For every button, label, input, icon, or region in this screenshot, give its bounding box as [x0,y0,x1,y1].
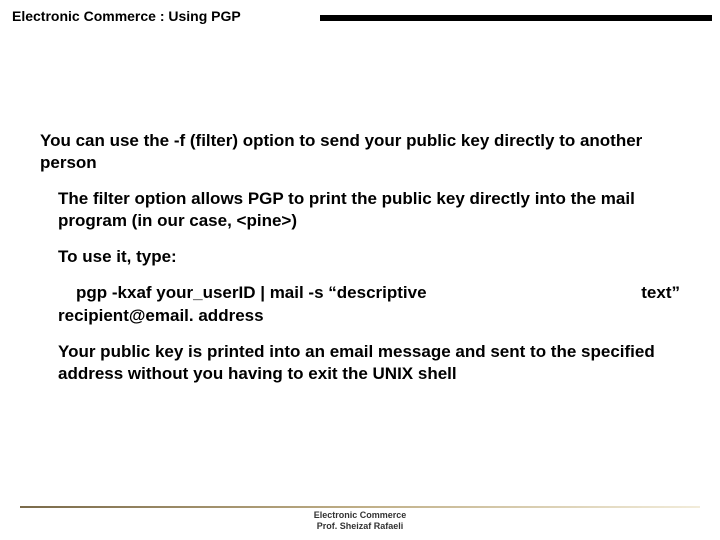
command-block: pgp -kxaf your_userID | mail -s “descrip… [58,282,680,326]
command-line-2: recipient@email. address [58,305,680,327]
command-line-1: pgp -kxaf your_userID | mail -s “descrip… [58,282,680,304]
slide-header: Electronic Commerce : Using PGP [0,8,720,30]
slide-title: Electronic Commerce : Using PGP [12,8,249,24]
footer-line-2: Prof. Sheizaf Rafaeli [0,521,720,532]
footer-rule [20,506,700,508]
sub-paragraph-1: The filter option allows PGP to print th… [58,188,680,232]
sub-paragraph-3: Your public key is printed into an email… [58,341,680,385]
footer-line-1: Electronic Commerce [0,510,720,521]
slide-footer: Electronic Commerce Prof. Sheizaf Rafael… [0,506,720,532]
lead-paragraph: You can use the -f (filter) option to se… [40,130,680,174]
sub-paragraph-2: To use it, type: [58,246,680,268]
slide-body: You can use the -f (filter) option to se… [40,130,680,399]
command-right: text” [641,282,680,304]
command-left: pgp -kxaf your_userID | mail -s “descrip… [58,282,427,304]
